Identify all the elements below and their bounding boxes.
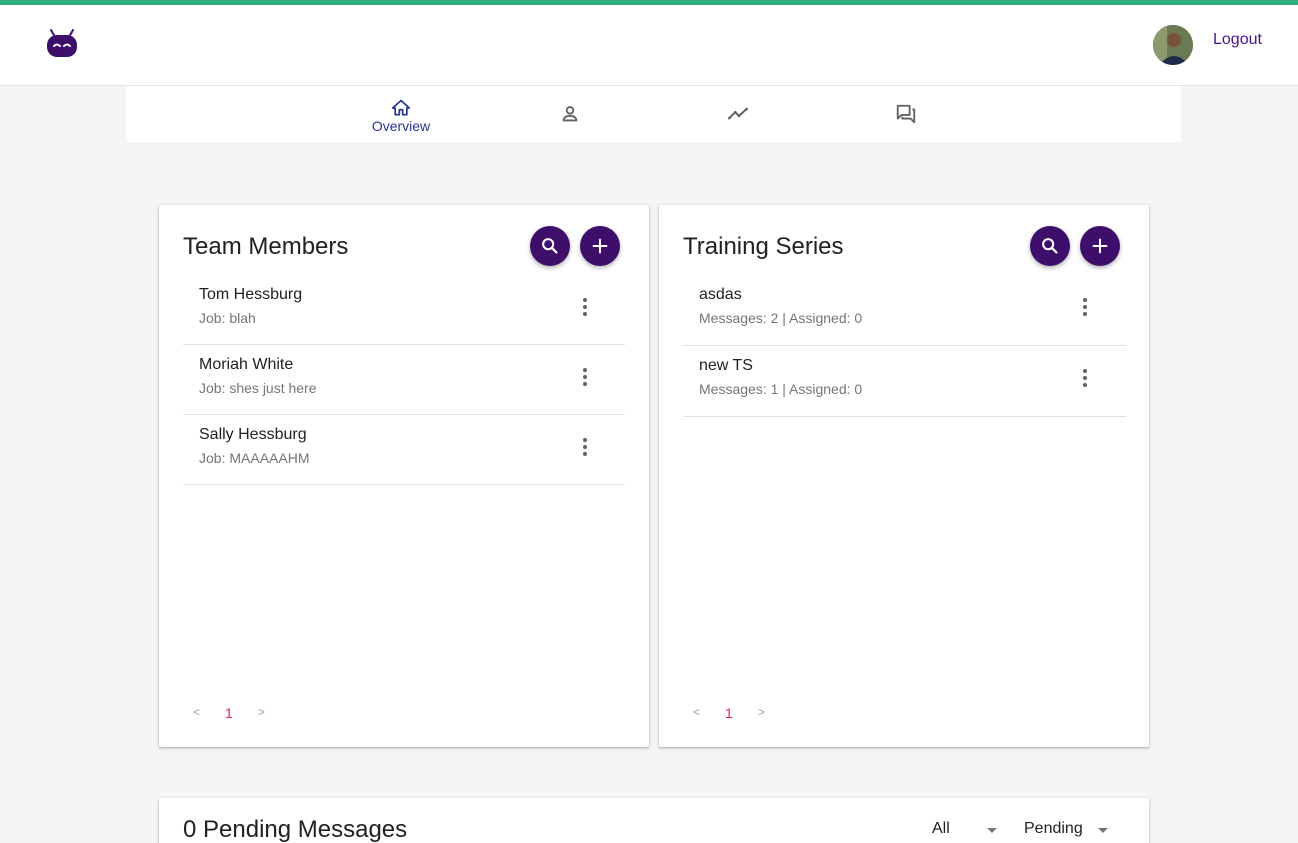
search-members-button[interactable] bbox=[530, 226, 570, 266]
list-item[interactable]: Tom Hessburg Job: blah bbox=[183, 275, 625, 345]
add-series-button[interactable] bbox=[1080, 226, 1120, 266]
more-vert-icon[interactable] bbox=[573, 435, 597, 459]
tab-messages[interactable] bbox=[822, 86, 990, 142]
audience-filter-value: All bbox=[932, 820, 950, 837]
more-vert-icon[interactable] bbox=[1073, 295, 1097, 319]
search-series-button[interactable] bbox=[1030, 226, 1070, 266]
more-vert-icon[interactable] bbox=[1073, 366, 1097, 390]
person-icon bbox=[562, 106, 578, 122]
more-vert-icon[interactable] bbox=[573, 365, 597, 389]
member-name: Tom Hessburg bbox=[199, 286, 303, 303]
pager-prev-button[interactable]: < bbox=[693, 705, 700, 719]
member-job: Job: blah bbox=[199, 310, 256, 326]
pending-messages-card: 0 Pending Messages All Pending bbox=[159, 798, 1149, 843]
home-icon bbox=[391, 99, 411, 116]
series-meta: Messages: 2 | Assigned: 0 bbox=[699, 310, 863, 326]
member-job: Job: shes just here bbox=[199, 380, 317, 396]
trending-icon bbox=[728, 107, 748, 120]
dropdown-arrow-icon bbox=[987, 828, 997, 833]
training-series-title: Training Series bbox=[683, 233, 844, 260]
robot-logo-icon[interactable] bbox=[45, 27, 79, 59]
series-name: asdas bbox=[699, 286, 742, 303]
series-meta: Messages: 1 | Assigned: 0 bbox=[699, 381, 863, 397]
training-series-card: Training Series asdas Messages: 2 | Assi… bbox=[659, 205, 1149, 747]
plus-icon bbox=[592, 238, 608, 254]
search-icon bbox=[1042, 238, 1058, 254]
status-filter-value: Pending bbox=[1024, 820, 1083, 837]
audience-filter-select[interactable]: All bbox=[932, 820, 1002, 843]
team-members-title: Team Members bbox=[183, 233, 349, 260]
team-members-list: Tom Hessburg Job: blah Moriah White Job:… bbox=[183, 275, 625, 485]
training-series-list: asdas Messages: 2 | Assigned: 0 new TS M… bbox=[683, 275, 1126, 417]
member-name: Moriah White bbox=[199, 356, 294, 373]
list-item[interactable]: Sally Hessburg Job: MAAAAAHM bbox=[183, 415, 625, 485]
more-vert-icon[interactable] bbox=[573, 295, 597, 319]
pager-next-button[interactable]: > bbox=[758, 705, 765, 719]
user-avatar[interactable] bbox=[1153, 25, 1193, 65]
status-filter-select[interactable]: Pending bbox=[1024, 820, 1114, 843]
pager-prev-button[interactable]: < bbox=[193, 705, 200, 719]
member-name: Sally Hessburg bbox=[199, 426, 307, 443]
add-member-button[interactable] bbox=[580, 226, 620, 266]
logout-link[interactable]: Logout bbox=[1213, 31, 1262, 49]
tab-overview[interactable]: Overview bbox=[317, 86, 485, 142]
pending-messages-title: 0 Pending Messages bbox=[183, 816, 408, 843]
pager-page-1[interactable]: 1 bbox=[725, 705, 733, 721]
app-header: Logout bbox=[0, 5, 1298, 86]
team-members-card: Team Members Tom Hessburg Job: blah Mori… bbox=[159, 205, 649, 747]
list-item[interactable]: Moriah White Job: shes just here bbox=[183, 345, 625, 415]
series-name: new TS bbox=[699, 357, 753, 374]
search-icon bbox=[542, 238, 558, 254]
list-item[interactable]: new TS Messages: 1 | Assigned: 0 bbox=[683, 346, 1126, 417]
nav-tabs: Overview bbox=[126, 86, 1181, 142]
dropdown-arrow-icon bbox=[1098, 828, 1108, 833]
list-item[interactable]: asdas Messages: 2 | Assigned: 0 bbox=[683, 275, 1126, 346]
pager-page-1[interactable]: 1 bbox=[225, 705, 233, 721]
pager-next-button[interactable]: > bbox=[258, 705, 265, 719]
tab-profile[interactable] bbox=[486, 86, 654, 142]
member-job: Job: MAAAAAHM bbox=[199, 450, 310, 466]
tab-overview-label: Overview bbox=[371, 118, 431, 134]
plus-icon bbox=[1092, 238, 1108, 254]
tab-analytics[interactable] bbox=[654, 86, 822, 142]
forum-icon bbox=[896, 104, 916, 124]
